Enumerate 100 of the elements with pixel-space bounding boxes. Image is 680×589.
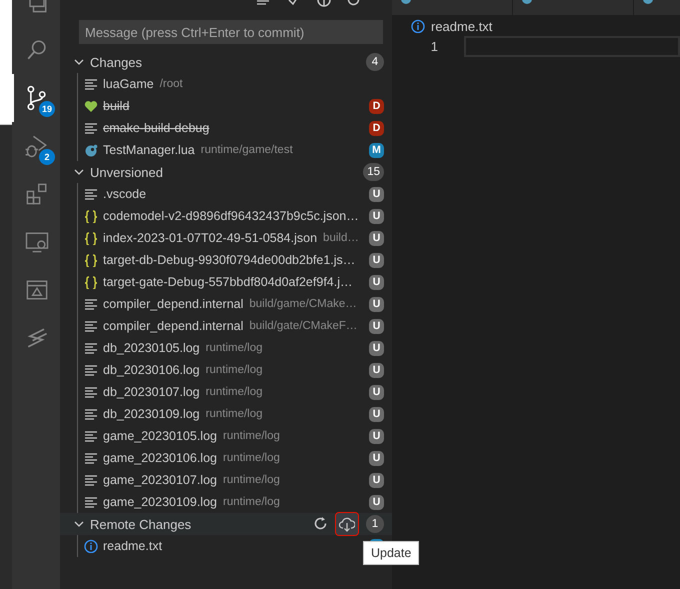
file-name: game_20230106.log bbox=[103, 451, 217, 465]
file-path: build… bbox=[323, 232, 359, 244]
file-lines-icon bbox=[84, 451, 98, 465]
file-path: /root bbox=[160, 78, 183, 90]
file-name: codemodel-v2-d9896df96432437b9c5c.json… bbox=[103, 209, 359, 223]
file-path: runtime/log bbox=[223, 496, 280, 508]
info-icon bbox=[84, 539, 98, 553]
status-badge: U bbox=[369, 494, 384, 510]
file-name: db_20230107.log bbox=[103, 385, 200, 399]
info-icon bbox=[411, 19, 425, 33]
file-name: game_20230105.log bbox=[103, 429, 217, 443]
count-badge: 2 bbox=[39, 149, 55, 165]
file-row[interactable]: luaGame /root bbox=[78, 73, 392, 95]
file-name: db_20230106.log bbox=[103, 363, 200, 377]
file-name: build bbox=[103, 99, 130, 113]
file-name: TestManager.lua bbox=[103, 143, 195, 157]
file-name: target-gate-Debug-557bbdf804d0af2ef9f4.j… bbox=[103, 275, 352, 289]
group-header[interactable]: Changes 4 bbox=[60, 51, 392, 73]
file-lines-icon bbox=[84, 473, 98, 487]
file-name: cmake-build-debug bbox=[103, 121, 210, 135]
file-row[interactable]: cmake-build-debug D bbox=[78, 117, 392, 139]
activity-bar-item[interactable]: 2 bbox=[12, 122, 60, 170]
count-badge: 4 bbox=[366, 53, 384, 71]
file-name: index-2023-01-07T02-49-51-0584.json bbox=[103, 231, 318, 245]
group-header[interactable]: Unversioned 15 bbox=[60, 161, 392, 183]
file-path: runtime/log bbox=[223, 452, 280, 464]
file-path: runtime/log bbox=[206, 364, 263, 376]
file-path: runtime/log bbox=[223, 430, 280, 442]
group-title: Changes bbox=[90, 54, 144, 70]
file-name: compiler_depend.internal bbox=[103, 297, 244, 311]
group-header[interactable]: Remote Changes 1 bbox=[60, 513, 392, 535]
count-badge: 1 bbox=[366, 515, 384, 533]
status-badge: U bbox=[369, 472, 384, 488]
file-name: readme.txt bbox=[103, 539, 162, 553]
status-badge: U bbox=[369, 186, 384, 202]
cloud-download-button[interactable] bbox=[336, 513, 358, 535]
file-row[interactable]: index-2023-01-07T02-49-51-0584.json build… U bbox=[78, 227, 392, 249]
status-badge: U bbox=[369, 208, 384, 224]
file-row[interactable]: codemodel-v2-d9896df96432437b9c5c.json… U bbox=[78, 205, 392, 227]
file-row[interactable]: db_20230109.log runtime/log U bbox=[78, 403, 392, 425]
file-name: compiler_depend.internal bbox=[103, 319, 244, 333]
file-row[interactable]: db_20230106.log runtime/log U bbox=[78, 359, 392, 381]
file-lines-icon bbox=[84, 77, 98, 91]
file-lines-icon bbox=[84, 187, 98, 201]
file-lines-icon bbox=[84, 429, 98, 443]
file-row[interactable]: target-gate-Debug-557bbdf804d0af2ef9f4.j… U bbox=[78, 271, 392, 293]
refresh-icon bbox=[313, 516, 329, 532]
file-row[interactable]: .vscode U bbox=[78, 183, 392, 205]
file-path: runtime/log bbox=[223, 474, 280, 486]
status-badge: D bbox=[369, 98, 384, 114]
status-badge: D bbox=[369, 120, 384, 136]
file-name: game_20230107.log bbox=[103, 473, 217, 487]
status-badge: U bbox=[369, 318, 384, 334]
status-badge: U bbox=[369, 252, 384, 268]
group-title: Remote Changes bbox=[90, 516, 192, 532]
file-lines-icon bbox=[84, 341, 98, 355]
commit-message-field[interactable]: Message (press Ctrl+Enter to commit) bbox=[79, 20, 383, 44]
count-badge: 15 bbox=[363, 163, 384, 181]
file-path: runtime/log bbox=[206, 408, 263, 420]
status-badge: U bbox=[369, 274, 384, 290]
file-path: build/game/CMake… bbox=[249, 298, 357, 310]
file-row[interactable]: compiler_depend.internal build/gate/CMakeF… U bbox=[78, 315, 392, 337]
file-row[interactable]: TestManager.lua runtime/game/test M bbox=[78, 139, 392, 161]
file-lines-icon bbox=[84, 407, 98, 421]
file-name: .vscode bbox=[103, 187, 146, 201]
status-badge: U bbox=[369, 296, 384, 312]
file-row[interactable]: game_20230109.log runtime/log U bbox=[78, 491, 392, 513]
status-badge: U bbox=[369, 362, 384, 378]
status-badge: U bbox=[369, 450, 384, 466]
line-number: 1 bbox=[430, 39, 438, 54]
status-badge: U bbox=[369, 230, 384, 246]
braces-icon bbox=[84, 231, 98, 245]
file-row[interactable]: db_20230107.log runtime/log U bbox=[78, 381, 392, 403]
file-name: game_20230109.log bbox=[103, 495, 217, 509]
file-lines-icon bbox=[84, 363, 98, 377]
file-path: runtime/game/test bbox=[200, 144, 293, 156]
file-name: target-db-Debug-9930f0794de00db2bfe1.js… bbox=[103, 253, 356, 267]
file-row[interactable]: game_20230105.log runtime/log U bbox=[78, 425, 392, 447]
status-badge: U bbox=[369, 406, 384, 422]
file-path: runtime/log bbox=[206, 342, 263, 354]
group-title: Unversioned bbox=[90, 164, 164, 180]
file-lines-icon bbox=[84, 385, 98, 399]
cloud-download-icon bbox=[339, 516, 355, 532]
file-row[interactable]: target-db-Debug-9930f0794de00db2bfe1.js… U bbox=[78, 249, 392, 271]
file-name: db_20230109.log bbox=[103, 407, 200, 421]
file-lines-icon bbox=[84, 121, 98, 135]
file-row[interactable]: game_20230106.log runtime/log U bbox=[78, 447, 392, 469]
file-lines-icon bbox=[84, 495, 98, 509]
breadcrumb[interactable]: readme.txt bbox=[431, 18, 492, 34]
file-row[interactable]: build D bbox=[78, 95, 392, 117]
file-row[interactable]: compiler_depend.internal build/game/CMake… U bbox=[78, 293, 392, 315]
status-badge: U bbox=[369, 340, 384, 356]
count-badge: 19 bbox=[39, 101, 55, 117]
file-name: db_20230105.log bbox=[103, 341, 200, 355]
status-badge: U bbox=[369, 384, 384, 400]
heart-icon bbox=[84, 99, 98, 113]
file-row[interactable]: db_20230105.log runtime/log U bbox=[78, 337, 392, 359]
file-lines-icon bbox=[84, 297, 98, 311]
file-row[interactable]: game_20230107.log runtime/log U bbox=[78, 469, 392, 491]
braces-icon bbox=[84, 209, 98, 223]
